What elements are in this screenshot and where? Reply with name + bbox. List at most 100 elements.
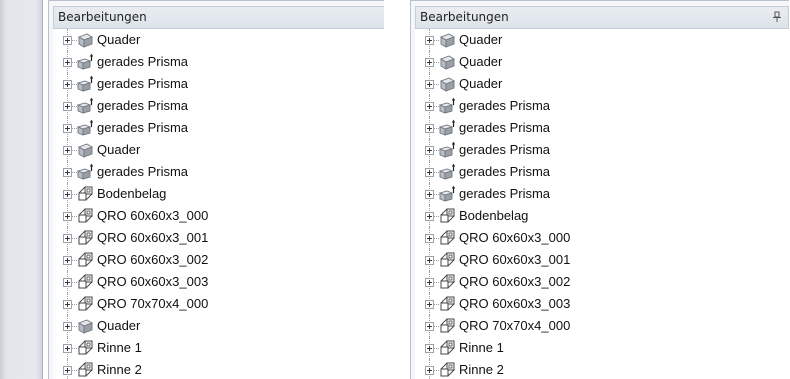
expand-plus-icon[interactable] [425,300,434,309]
prism-icon [76,119,94,136]
tree-node[interactable]: Quader [53,139,384,161]
tree-node-label: QRO 60x60x3_003 [459,296,571,311]
tree-node[interactable]: Rinne 2 [415,359,789,379]
tree-node[interactable]: QRO 70x70x4_000 [53,293,384,315]
expand-plus-icon[interactable] [63,124,72,133]
assembly-icon [440,340,455,355]
tree-node[interactable]: gerades Prisma [53,51,384,73]
prism-icon [76,97,94,114]
expand-plus-icon[interactable] [425,366,434,375]
tree-node[interactable]: gerades Prisma [53,161,384,183]
expand-plus-icon[interactable] [425,36,434,45]
assembly-icon [78,296,93,311]
tree-node[interactable]: Bodenbelag [415,205,789,227]
tree-node[interactable]: Quader [415,73,789,95]
expand-plus-icon[interactable] [425,190,434,199]
expand-plus-icon[interactable] [425,124,434,133]
prism-icon [438,97,456,114]
expand-plus-icon[interactable] [63,344,72,353]
outer-window-edge [0,0,43,379]
expand-plus-icon[interactable] [63,80,72,89]
tree-node[interactable]: Rinne 2 [53,359,384,379]
assembly-icon [440,318,455,333]
expand-plus-icon[interactable] [63,278,72,287]
expand-plus-icon[interactable] [425,212,434,221]
pane-titlebar[interactable]: Bearbeitungen [53,6,384,29]
tree-node[interactable]: Quader [53,29,384,51]
expand-plus-icon[interactable] [425,146,434,155]
prism-icon [438,185,456,202]
feature-tree[interactable]: Quader Quader Quader gerades Prisma gerades … [415,29,789,379]
expand-plus-icon[interactable] [425,234,434,243]
pane-titlebar[interactable]: Bearbeitungen [415,6,789,29]
tree-node[interactable]: Quader [415,29,789,51]
expand-plus-icon[interactable] [63,102,72,111]
expand-plus-icon[interactable] [425,278,434,287]
tree-node[interactable]: QRO 60x60x3_002 [415,271,789,293]
tree-node[interactable]: QRO 60x60x3_003 [53,271,384,293]
expand-plus-icon[interactable] [63,322,72,331]
expand-plus-icon[interactable] [63,36,72,45]
tree-node[interactable]: gerades Prisma [415,95,789,117]
expand-plus-icon[interactable] [63,256,72,265]
expand-plus-icon[interactable] [425,102,434,111]
bearbeitungen-pane-right: Bearbeitungen Quader Quader Quader gerades … [410,0,789,379]
expand-plus-icon[interactable] [425,168,434,177]
expand-plus-icon[interactable] [425,322,434,331]
tree-node-label: gerades Prisma [459,120,551,135]
assembly-icon [78,340,93,355]
tree-node[interactable]: QRO 60x60x3_001 [53,227,384,249]
expand-plus-icon[interactable] [63,300,72,309]
cube-icon [439,33,456,48]
tree-node[interactable]: QRO 60x60x3_000 [53,205,384,227]
right-panel: Bearbeitungen Quader Quader Quader gerades … [410,0,790,379]
tree-node[interactable]: gerades Prisma [415,117,789,139]
expand-plus-icon[interactable] [63,190,72,199]
tree-node-label: gerades Prisma [459,142,551,157]
tree-node-label: QRO 60x60x3_000 [97,208,209,223]
tree-node[interactable]: gerades Prisma [415,161,789,183]
assembly-icon [440,296,455,311]
tree-node[interactable]: QRO 70x70x4_000 [415,315,789,337]
expand-plus-icon[interactable] [425,58,434,67]
tree-node[interactable]: Rinne 1 [415,337,789,359]
assembly-icon [440,274,455,289]
cube-icon [77,33,94,48]
tree-node[interactable]: gerades Prisma [53,73,384,95]
tree-node-label: Quader [459,32,503,47]
tree-node[interactable]: gerades Prisma [415,183,789,205]
tree-node-label: Bodenbelag [459,208,529,223]
prism-icon [76,53,94,70]
tree-node-label: Quader [459,76,503,91]
tree-node-label: QRO 60x60x3_001 [459,252,571,267]
cube-icon [77,319,94,334]
tree-node-label: gerades Prisma [97,120,189,135]
expand-plus-icon[interactable] [63,168,72,177]
tree-node[interactable]: QRO 60x60x3_000 [415,227,789,249]
tree-node-label: QRO 70x70x4_000 [97,296,209,311]
expand-plus-icon[interactable] [63,58,72,67]
expand-plus-icon[interactable] [63,234,72,243]
tree-node[interactable]: Rinne 1 [53,337,384,359]
tree-node[interactable]: gerades Prisma [53,117,384,139]
tree-node[interactable]: Quader [415,51,789,73]
feature-tree[interactable]: Quader gerades Prisma gerades Prisma gerade… [53,29,384,379]
tree-node-label: Bodenbelag [97,186,167,201]
expand-plus-icon[interactable] [63,146,72,155]
tree-node[interactable]: QRO 60x60x3_002 [53,249,384,271]
expand-plus-icon[interactable] [425,256,434,265]
tree-node[interactable]: Quader [53,315,384,337]
tree-node[interactable]: gerades Prisma [53,95,384,117]
tree-node[interactable]: QRO 60x60x3_003 [415,293,789,315]
tree-node-label: gerades Prisma [97,54,189,69]
pin-icon[interactable] [772,11,782,23]
tree-node[interactable]: QRO 60x60x3_001 [415,249,789,271]
tree-node-label: Rinne 2 [459,362,504,377]
assembly-icon [440,208,455,223]
tree-node[interactable]: Bodenbelag [53,183,384,205]
expand-plus-icon[interactable] [63,366,72,375]
expand-plus-icon[interactable] [425,80,434,89]
expand-plus-icon[interactable] [63,212,72,221]
tree-node[interactable]: gerades Prisma [415,139,789,161]
expand-plus-icon[interactable] [425,344,434,353]
